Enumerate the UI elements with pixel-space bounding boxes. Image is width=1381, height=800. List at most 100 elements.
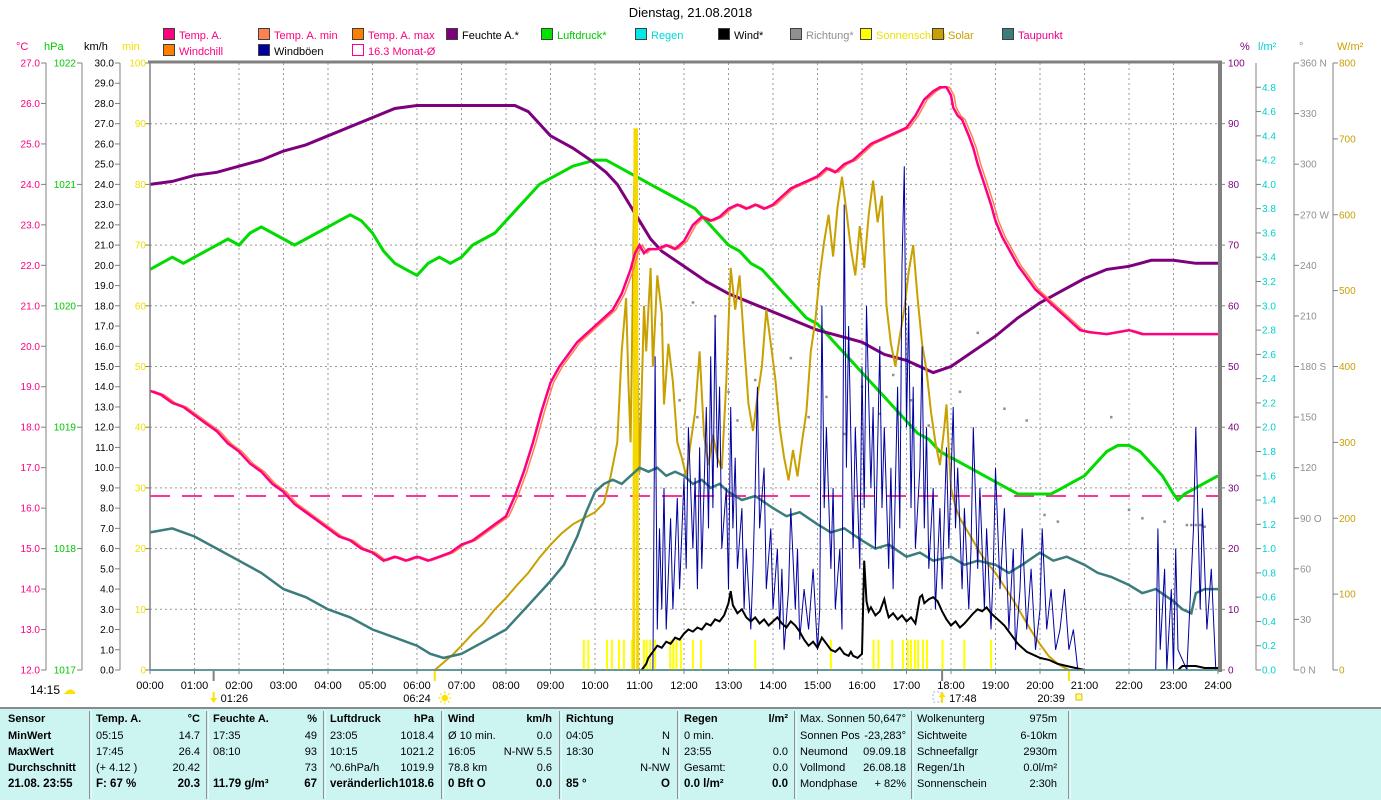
table-cell-label: Wind <box>448 713 475 725</box>
svg-text:1022: 1022 <box>54 59 77 70</box>
svg-text:60: 60 <box>135 301 147 312</box>
hpa-axis: 1022 1021 1020 1019 1018 1017 <box>54 59 83 677</box>
grid <box>150 63 1218 670</box>
table-cell-label: 11.79 g/m³ <box>213 778 269 790</box>
svg-text:°: ° <box>1299 41 1303 53</box>
svg-text:15.0: 15.0 <box>95 362 115 373</box>
sunmin-axis: 1009080706050403020100 <box>129 59 150 677</box>
table-cell-label: 17:45 <box>96 746 124 758</box>
svg-text:30.0: 30.0 <box>95 59 115 70</box>
svg-text:6.0: 6.0 <box>100 544 114 555</box>
svg-text:17.0: 17.0 <box>21 463 41 474</box>
table-cell-label: Sonnen Pos <box>800 730 860 742</box>
svg-text:0 N: 0 N <box>1300 666 1316 677</box>
svg-text:22.0: 22.0 <box>21 261 41 272</box>
svg-text:800: 800 <box>1339 59 1356 70</box>
svg-text:4.8: 4.8 <box>1262 83 1276 94</box>
svg-text:3.0: 3.0 <box>100 605 114 616</box>
svg-text:21.0: 21.0 <box>21 301 41 312</box>
svg-text:80: 80 <box>135 180 147 191</box>
svg-text:min: min <box>122 41 140 53</box>
svg-text:20: 20 <box>1228 544 1240 555</box>
svg-text:29.0: 29.0 <box>95 79 115 90</box>
svg-text:15.0: 15.0 <box>21 544 41 555</box>
wm2-axis: 800 700 600 500 400 300 200 100 0 <box>1332 59 1356 677</box>
table-cell-label: 08:10 <box>213 746 241 758</box>
table-cell-value: 0.0 <box>772 778 788 790</box>
svg-text:16.0: 16.0 <box>21 504 41 515</box>
table-col-richtung: Richtung 04:05 N 18:30 N N-NW 85 ° O <box>566 709 670 800</box>
svg-text:14:00: 14:00 <box>759 680 787 692</box>
table-separator <box>1068 711 1069 799</box>
svg-text:70: 70 <box>1228 241 1240 252</box>
svg-text:00:00: 00:00 <box>136 680 164 692</box>
svg-text:21:00: 21:00 <box>1071 680 1099 692</box>
table-cell-label: Ø 10 min. <box>448 730 496 742</box>
svg-text:0.6: 0.6 <box>1262 593 1276 604</box>
svg-text:80: 80 <box>1228 180 1240 191</box>
svg-text:70: 70 <box>135 241 147 252</box>
svg-text:23.0: 23.0 <box>95 200 115 211</box>
table-cell-value: + 82% <box>874 778 907 790</box>
table-cell-label: (+ 4.12 ) <box>96 762 138 774</box>
table-cell-value: 14.7 <box>178 730 200 742</box>
table-col-regen: Regen l/m² 0 min. 23:55 0.0 Gesamt: 0.0 0.0 l/m… <box>684 709 788 800</box>
svg-text:60: 60 <box>1228 301 1240 312</box>
svg-text:700: 700 <box>1339 134 1356 145</box>
svg-text:26.0: 26.0 <box>21 99 41 110</box>
table-cell-label: 23:55 <box>684 746 712 758</box>
svg-text:l/m²: l/m² <box>1258 41 1277 53</box>
svg-text:07:00: 07:00 <box>448 680 476 692</box>
svg-text:4.4: 4.4 <box>1262 131 1276 142</box>
svg-text:400: 400 <box>1339 362 1356 373</box>
svg-text:300: 300 <box>1339 438 1356 449</box>
table-cell-label: Temp. A. <box>96 713 142 725</box>
svg-text:19.0: 19.0 <box>95 281 115 292</box>
table-row-label: MaxWert <box>8 746 54 758</box>
svg-text:1020: 1020 <box>54 301 77 312</box>
svg-text:01:26: 01:26 <box>221 693 249 705</box>
table-cell-label: 04:05 <box>566 730 594 742</box>
table-cell-label: Vollmond <box>800 762 846 774</box>
table-separator <box>89 711 90 799</box>
svg-text:%: % <box>1240 41 1250 53</box>
svg-text:10.0: 10.0 <box>95 463 115 474</box>
svg-text:0.0: 0.0 <box>1262 666 1276 677</box>
table-cell-label: 17:35 <box>213 730 241 742</box>
table-cell-value: 1021.2 <box>400 746 434 758</box>
svg-text:210: 210 <box>1300 311 1317 322</box>
table-cell-value: °C <box>187 713 200 725</box>
svg-text:4.6: 4.6 <box>1262 107 1276 118</box>
table-cell-label: Schneefallgr <box>917 746 979 758</box>
svg-text:1.0: 1.0 <box>1262 544 1276 555</box>
svg-text:17:00: 17:00 <box>893 680 921 692</box>
svg-text:150: 150 <box>1300 413 1317 424</box>
svg-text:23:00: 23:00 <box>1160 680 1188 692</box>
svg-text:2.0: 2.0 <box>1262 423 1276 434</box>
svg-text:2.2: 2.2 <box>1262 398 1276 409</box>
svg-text:9.0: 9.0 <box>100 483 114 494</box>
table-cell-value: N-NW 5.5 <box>503 746 552 758</box>
svg-text:13:00: 13:00 <box>715 680 743 692</box>
svg-text:2.8: 2.8 <box>1262 326 1276 337</box>
time-axis: 00:00 01:00 02:00 03:00 04:00 05:00 06:00 07:00… <box>136 670 1232 692</box>
table-cell-label: 05:15 <box>96 730 124 742</box>
svg-text:11:00: 11:00 <box>626 680 653 692</box>
table-cell-value: 0.0 <box>536 778 552 790</box>
table-cell-label: 0.0 l/m² <box>684 778 724 790</box>
table-cell-label: ^0.6hPa/h <box>330 762 380 774</box>
svg-text:05:00: 05:00 <box>359 680 387 692</box>
table-cell-value: N <box>662 730 670 742</box>
svg-text:20:39: 20:39 <box>1037 693 1065 705</box>
svg-text:06:00: 06:00 <box>403 680 431 692</box>
svg-text:30: 30 <box>1300 615 1312 626</box>
svg-text:180 S: 180 S <box>1300 362 1326 373</box>
table-row-label: 21.08. 23:55 <box>8 778 73 790</box>
svg-text:2.4: 2.4 <box>1262 374 1276 385</box>
table-cell-label: Regen/1h <box>917 762 965 774</box>
table-cell-value: 20.3 <box>177 778 200 790</box>
svg-text:27.0: 27.0 <box>95 119 115 130</box>
table-cell-value: 0.0 <box>772 762 788 774</box>
svg-text:4.0: 4.0 <box>100 585 114 596</box>
axis-units: °C hPa km/h min% l/m² ° W/m² <box>16 41 1364 53</box>
